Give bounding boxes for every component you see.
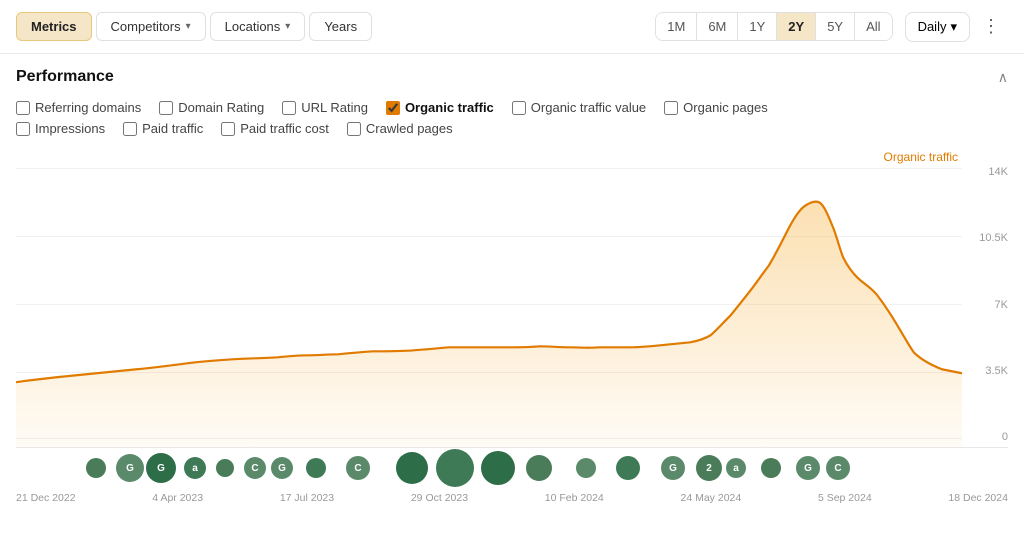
event-dot-16[interactable]: G: [661, 456, 685, 480]
paid-traffic-checkbox[interactable]: Paid traffic: [123, 121, 203, 136]
performance-header: Performance ∧: [16, 68, 1008, 86]
collapse-icon[interactable]: ∧: [998, 69, 1008, 86]
time-5y-button[interactable]: 5Y: [816, 13, 855, 40]
more-options-button[interactable]: ⋮: [974, 10, 1008, 43]
event-dot-11[interactable]: [436, 449, 474, 487]
event-dot-4[interactable]: a: [184, 457, 206, 479]
organic-traffic-value-checkbox[interactable]: Organic traffic value: [512, 100, 646, 115]
competitors-tab[interactable]: Competitors ▾: [96, 12, 206, 41]
event-dot-14[interactable]: [576, 458, 596, 478]
x-label-dec22: 21 Dec 2022: [16, 492, 76, 504]
time-all-button[interactable]: All: [855, 13, 891, 40]
x-axis: 21 Dec 2022 4 Apr 2023 17 Jul 2023 29 Oc…: [0, 488, 1024, 504]
y-label-7k: 7K: [995, 299, 1008, 311]
domain-rating-checkbox[interactable]: Domain Rating: [159, 100, 264, 115]
x-label-dec24: 18 Dec 2024: [948, 492, 1008, 504]
performance-title: Performance: [16, 68, 114, 86]
metrics-tab[interactable]: Metrics: [16, 12, 92, 41]
organic-traffic-checkbox[interactable]: Organic traffic: [386, 100, 494, 115]
event-dot-9[interactable]: C: [346, 456, 370, 480]
x-label-apr23: 4 Apr 2023: [152, 492, 203, 504]
event-dot-3[interactable]: G: [146, 453, 176, 483]
events-row: G G a C G C G 2 a G C: [16, 448, 1008, 488]
event-dot-19[interactable]: [761, 458, 781, 478]
y-label-14k: 14K: [988, 166, 1008, 178]
impressions-checkbox[interactable]: Impressions: [16, 121, 105, 136]
x-label-feb24: 10 Feb 2024: [545, 492, 604, 504]
years-tab[interactable]: Years: [309, 12, 372, 41]
event-dot-20[interactable]: G: [796, 456, 820, 480]
event-dot-21[interactable]: C: [826, 456, 850, 480]
event-dot-1[interactable]: [86, 458, 106, 478]
y-label-3k: 3.5K: [985, 365, 1008, 377]
x-label-oct23: 29 Oct 2023: [411, 492, 468, 504]
y-label-0: 0: [1002, 431, 1008, 443]
referring-domains-checkbox[interactable]: Referring domains: [16, 100, 141, 115]
competitors-chevron-icon: ▾: [186, 21, 191, 32]
granularity-button[interactable]: Daily ▾: [905, 12, 970, 42]
event-dot-10[interactable]: [396, 452, 428, 484]
organic-pages-checkbox[interactable]: Organic pages: [664, 100, 768, 115]
event-dot-2[interactable]: G: [116, 454, 144, 482]
url-rating-checkbox[interactable]: URL Rating: [282, 100, 368, 115]
y-axis: 14K 10.5K 7K 3.5K 0: [962, 148, 1008, 447]
time-range-group: 1M 6M 1Y 2Y 5Y All: [655, 12, 892, 41]
event-dot-13[interactable]: [526, 455, 552, 481]
event-dot-18[interactable]: a: [726, 458, 746, 478]
time-1m-button[interactable]: 1M: [656, 13, 697, 40]
event-dot-8[interactable]: [306, 458, 326, 478]
event-dot-15[interactable]: [616, 456, 640, 480]
metrics-row-1: Referring domains Domain Rating URL Rati…: [16, 100, 1008, 115]
time-1y-button[interactable]: 1Y: [738, 13, 777, 40]
y-label-10k: 10.5K: [979, 232, 1008, 244]
granularity-chevron-icon: ▾: [950, 19, 957, 35]
event-dot-12[interactable]: [481, 451, 515, 485]
x-label-jul23: 17 Jul 2023: [280, 492, 334, 504]
locations-tab[interactable]: Locations ▾: [210, 12, 306, 41]
event-dot-5[interactable]: [216, 459, 234, 477]
paid-traffic-cost-checkbox[interactable]: Paid traffic cost: [221, 121, 329, 136]
event-dot-7[interactable]: G: [271, 457, 293, 479]
locations-chevron-icon: ▾: [285, 21, 290, 32]
metrics-row-2: Impressions Paid traffic Paid traffic co…: [16, 121, 1008, 136]
time-6m-button[interactable]: 6M: [697, 13, 738, 40]
performance-chart: Organic traffic 14K 10.5K 7K 3.5K: [16, 148, 1008, 448]
time-2y-button[interactable]: 2Y: [777, 13, 816, 40]
crawled-pages-checkbox[interactable]: Crawled pages: [347, 121, 453, 136]
performance-section: Performance ∧ Referring domains Domain R…: [0, 54, 1024, 148]
top-navigation: Metrics Competitors ▾ Locations ▾ Years …: [0, 0, 1024, 54]
event-dot-6[interactable]: C: [244, 457, 266, 479]
x-label-may24: 24 May 2024: [681, 492, 742, 504]
event-dot-17[interactable]: 2: [696, 455, 722, 481]
x-label-sep24: 5 Sep 2024: [818, 492, 872, 504]
chart-svg: [16, 148, 962, 447]
